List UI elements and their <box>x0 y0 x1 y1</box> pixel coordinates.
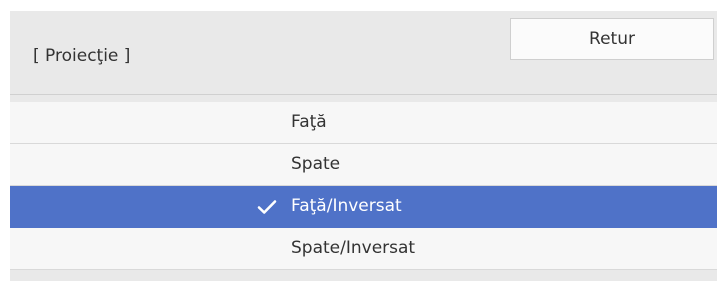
projection-options-list: Faţă Spate Faţă/Inversat Spate/Inversat <box>10 102 717 270</box>
menu-title: [ Proiecţie ] <box>33 46 131 66</box>
back-button[interactable]: Retur <box>510 18 714 60</box>
check-icon <box>257 200 277 214</box>
option-rear[interactable]: Spate <box>10 144 717 186</box>
option-label: Spate/Inversat <box>291 238 416 258</box>
option-front-inverted[interactable]: Faţă/Inversat <box>10 186 717 228</box>
option-label: Faţă <box>291 112 327 132</box>
option-label: Spate <box>291 154 341 174</box>
option-front[interactable]: Faţă <box>10 102 717 144</box>
option-label: Faţă/Inversat <box>291 196 402 216</box>
menu-header: [ Proiecţie ] Retur <box>10 11 717 95</box>
option-rear-inverted[interactable]: Spate/Inversat <box>10 228 717 270</box>
projection-menu-panel: [ Proiecţie ] Retur Faţă Spate Faţă/Inve… <box>10 11 717 281</box>
